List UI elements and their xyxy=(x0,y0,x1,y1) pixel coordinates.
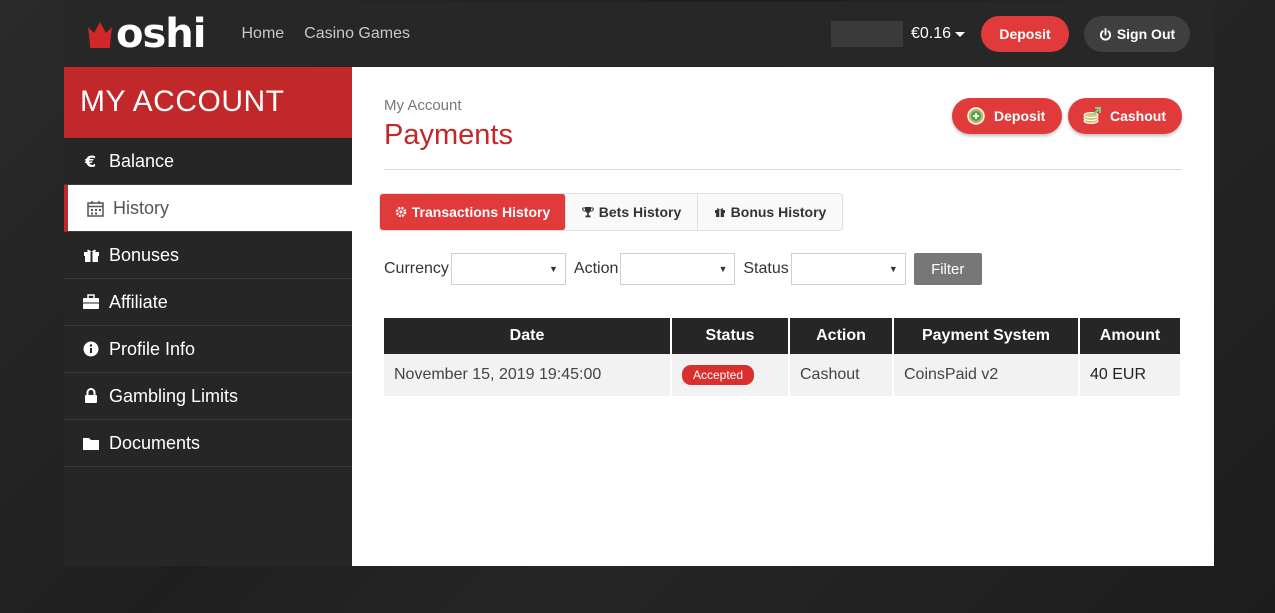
sidebar-item-affiliate[interactable]: Affiliate xyxy=(64,279,352,326)
cell-payment-system: CoinsPaid v2 xyxy=(894,354,1080,396)
column-header-status: Status xyxy=(672,318,790,354)
status-label: Status xyxy=(743,260,789,277)
coins-stack-icon xyxy=(1083,107,1101,124)
sidebar-item-history[interactable]: History xyxy=(64,185,352,232)
tab-bets-history[interactable]: Bets History xyxy=(566,194,698,230)
action-label: Action xyxy=(573,260,619,277)
main-content: My Account Payments Deposit Cashout Tran… xyxy=(352,67,1214,566)
power-icon xyxy=(1099,27,1111,40)
gift-icon xyxy=(714,208,725,217)
masked-username xyxy=(830,21,903,47)
status-select[interactable]: ▼ xyxy=(790,253,906,285)
sign-out-label: Sign Out xyxy=(1116,26,1176,42)
sidebar-item-label: Profile Info xyxy=(109,338,196,359)
nav-home[interactable]: Home xyxy=(241,25,284,43)
tab-label: Transactions History xyxy=(411,204,551,220)
sidebar-item-bonuses[interactable]: Bonuses xyxy=(64,232,352,279)
sign-out-button[interactable]: Sign Out xyxy=(1084,16,1190,52)
dropdown-arrow-icon: ▼ xyxy=(888,264,898,274)
tab-label: Bets History xyxy=(598,204,682,220)
sidebar-item-profile-info[interactable]: Profile Info xyxy=(64,326,352,373)
deposit-label: Deposit xyxy=(994,108,1046,124)
nav-casino-games[interactable]: Casino Games xyxy=(304,25,410,43)
logo-text: oshi xyxy=(116,11,206,57)
sidebar-item-label: Documents xyxy=(109,432,201,453)
transactions-table: Date Status Action Payment System Amount… xyxy=(384,318,1180,396)
account-sidebar: MY ACCOUNT € Balance History Bonuses Aff… xyxy=(64,67,352,566)
cell-status: Accepted xyxy=(672,354,790,396)
cashout-button[interactable]: Cashout xyxy=(1068,98,1182,134)
dropdown-arrow-icon: ▼ xyxy=(718,264,728,274)
tab-bonus-history[interactable]: Bonus History xyxy=(698,194,842,230)
sidebar-item-label: Gambling Limits xyxy=(109,385,239,406)
sidebar-item-gambling-limits[interactable]: Gambling Limits xyxy=(64,373,352,420)
cell-amount: 40 EUR xyxy=(1090,366,1147,383)
main-nav: Home Casino Games xyxy=(241,25,410,43)
tab-transactions-history[interactable]: Transactions History xyxy=(380,194,566,230)
column-header-action: Action xyxy=(790,318,894,354)
euro-icon: € xyxy=(82,152,100,170)
dropdown-arrow-icon: ▼ xyxy=(548,264,558,274)
column-header-amount: Amount xyxy=(1080,318,1180,354)
page-title: Payments xyxy=(384,119,513,151)
cashout-label: Cashout xyxy=(1110,108,1166,124)
briefcase-icon xyxy=(82,293,100,311)
column-header-payment-system: Payment System xyxy=(894,318,1080,354)
filter-bar: Currency ▼ Action ▼ Status ▼ Filter xyxy=(384,253,982,285)
folder-icon xyxy=(82,434,100,452)
balance-value: €0.16 xyxy=(910,25,951,42)
currency-label: Currency xyxy=(384,260,449,277)
gift-icon xyxy=(82,246,100,264)
gear-icon xyxy=(395,206,406,218)
crown-icon xyxy=(88,22,112,48)
history-tabs: Transactions History Bets History Bonus … xyxy=(379,193,843,231)
column-header-date: Date xyxy=(384,318,672,354)
top-header: oshi Home Casino Games €0.16 Deposit Sig… xyxy=(64,2,1214,66)
sidebar-item-label: Affiliate xyxy=(109,291,168,312)
header-deposit-button[interactable]: Deposit xyxy=(981,16,1069,52)
svg-text:€: € xyxy=(84,153,96,169)
logo[interactable]: oshi xyxy=(86,11,206,57)
table-header: Date Status Action Payment System Amount xyxy=(384,318,1180,354)
info-icon xyxy=(82,340,100,358)
balance-dropdown[interactable]: €0.16 xyxy=(911,25,965,43)
sidebar-item-label: Balance xyxy=(109,150,175,171)
deposit-button[interactable]: Deposit xyxy=(952,98,1062,134)
header-right: €0.16 Deposit Sign Out xyxy=(830,2,1190,66)
coin-plus-icon xyxy=(967,107,985,125)
status-badge: Accepted xyxy=(682,365,755,385)
filter-button[interactable]: Filter xyxy=(913,253,982,285)
sidebar-item-label: Bonuses xyxy=(109,244,180,265)
lock-icon xyxy=(82,387,100,405)
sidebar-title: MY ACCOUNT xyxy=(64,67,352,138)
trophy-icon xyxy=(582,207,594,218)
action-select[interactable]: ▼ xyxy=(620,253,736,285)
calendar-icon xyxy=(86,199,104,217)
caret-down-icon xyxy=(955,31,965,37)
breadcrumb[interactable]: My Account xyxy=(384,97,462,114)
cell-date: November 15, 2019 19:45:00 xyxy=(384,354,672,396)
tab-label: Bonus History xyxy=(730,204,827,220)
sidebar-item-label: History xyxy=(113,197,170,218)
currency-select[interactable]: ▼ xyxy=(450,253,566,285)
sidebar-item-documents[interactable]: Documents xyxy=(64,420,352,467)
cell-action: Cashout xyxy=(790,354,894,396)
title-divider xyxy=(384,169,1182,170)
table-row: November 15, 2019 19:45:00 Accepted Cash… xyxy=(384,354,1180,396)
payment-actions: Deposit Cashout xyxy=(952,98,1182,134)
sidebar-item-balance[interactable]: € Balance xyxy=(64,138,352,185)
